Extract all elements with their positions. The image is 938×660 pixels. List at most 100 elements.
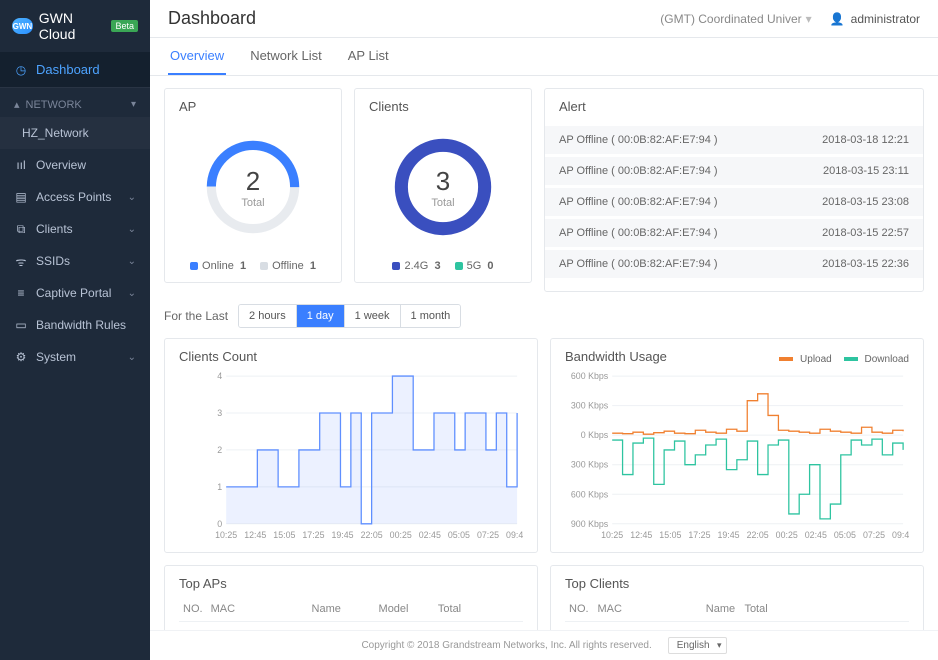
ap-card: AP 2 Total Online 1 Offline 1 [164,88,342,283]
sidebar-dashboard[interactable]: ◷ Dashboard [0,52,150,87]
alert-row[interactable]: AP Offline ( 00:0B:82:AF:E7:94 )2018-03-… [545,126,923,154]
timezone-select[interactable]: (GMT) Coordinated Univer ▾ [660,12,811,26]
svg-text:900 Kbps: 900 Kbps [571,519,609,529]
sidebar-section-network[interactable]: ▴NETWORK ▾ [0,87,150,117]
legend-download: Download [844,354,909,365]
caret-down-icon: ▾ [806,12,812,26]
devices-icon: ⧉ [14,222,28,236]
chevron-down-icon: ⌄ [128,288,136,299]
top-clients-title: Top Clients [565,576,909,591]
brand-logo-icon: GWN [12,18,33,34]
svg-text:17:25: 17:25 [302,530,324,540]
gear-icon: ⚙ [14,350,28,364]
alert-row[interactable]: AP Offline ( 00:0B:82:AF:E7:94 )2018-03-… [545,188,923,216]
tabs: Overview Network List AP List [150,38,938,76]
brand: GWN GWN Cloud Beta [0,0,150,52]
ap-icon: ▤ [14,190,28,204]
chevron-down-icon: ⌄ [128,192,136,203]
ap-total-label: Total [241,197,264,209]
bars-icon: ııl [14,158,28,172]
svg-text:300 Kbps: 300 Kbps [571,460,609,470]
sidebar-item-overview[interactable]: ııl Overview [0,149,150,181]
svg-text:05:05: 05:05 [448,530,470,540]
chevron-down-icon: ⌄ [128,352,136,363]
list-icon: ≡ [14,286,28,300]
svg-text:02:45: 02:45 [419,530,441,540]
tab-ap-list[interactable]: AP List [346,38,391,75]
alert-row[interactable]: AP Offline ( 00:0B:82:AF:E7:94 )2018-03-… [545,157,923,185]
time-range-1day[interactable]: 1 day [297,305,345,327]
svg-text:0: 0 [217,519,222,529]
svg-text:12:45: 12:45 [244,530,266,540]
rules-icon: ▭ [14,318,28,332]
clients-total: 3 [431,166,454,197]
svg-text:0 Kbps: 0 Kbps [581,430,609,440]
sidebar-item-clients[interactable]: ⧉ Clients ⌄ [0,213,150,245]
alert-card: Alert AP Offline ( 00:0B:82:AF:E7:94 )20… [544,88,924,292]
svg-text:00:25: 00:25 [390,530,412,540]
clients-card-title: Clients [369,99,517,114]
clients-card: Clients 3 Total 2.4G 3 5G 0 [354,88,532,283]
svg-text:02:45: 02:45 [805,530,827,540]
svg-text:10:25: 10:25 [601,530,623,540]
svg-text:4: 4 [217,371,222,381]
content: AP 2 Total Online 1 Offline 1 [150,76,938,660]
time-range-label: For the Last [164,309,228,323]
bandwidth-chart: 600 Kbps 300 Kbps 0 Kbps 300 Kbps 600 Kbps 90… [565,370,909,542]
alert-title: Alert [545,99,923,120]
svg-text:2: 2 [217,445,222,455]
footer: Copyright © 2018 Grandstream Networks, I… [150,630,938,660]
svg-text:600 Kbps: 600 Kbps [571,489,609,499]
gauge-icon: ◷ [14,63,28,77]
svg-text:1: 1 [217,482,222,492]
sidebar-item-captive-portal[interactable]: ≡ Captive Portal ⌄ [0,277,150,309]
svg-text:05:05: 05:05 [834,530,856,540]
svg-text:300 Kbps: 300 Kbps [571,401,609,411]
svg-text:3: 3 [217,408,222,418]
svg-text:19:45: 19:45 [331,530,353,540]
user-menu[interactable]: 👤 administrator [830,12,920,26]
clients-count-title: Clients Count [179,349,257,364]
time-range-2hours[interactable]: 2 hours [239,305,297,327]
top-aps-title: Top APs [179,576,523,591]
svg-text:00:25: 00:25 [776,530,798,540]
bandwidth-chart-card: Bandwidth Usage Upload Download 600 Kbps… [550,338,924,553]
beta-badge: Beta [111,20,138,32]
alert-row[interactable]: AP Offline ( 00:0B:82:AF:E7:94 )2018-03-… [545,219,923,247]
sidebar-network-name[interactable]: HZ_Network [0,117,150,149]
sidebar-dashboard-label: Dashboard [36,62,100,77]
copyright: Copyright © 2018 Grandstream Networks, I… [361,640,651,651]
svg-text:10:25: 10:25 [215,530,237,540]
svg-text:15:05: 15:05 [273,530,295,540]
chevron-down-icon: ⌄ [128,224,136,235]
tab-overview[interactable]: Overview [168,38,226,75]
user-icon: 👤 [830,12,845,26]
svg-text:07:25: 07:25 [477,530,499,540]
wifi-icon: ᯤ [14,254,28,268]
ap-card-title: AP [179,99,327,114]
sidebar: GWN GWN Cloud Beta ◷ Dashboard ▴NETWORK … [0,0,150,660]
bandwidth-title: Bandwidth Usage [565,349,667,364]
topbar: Dashboard (GMT) Coordinated Univer ▾ 👤 a… [150,0,938,38]
chevron-down-icon: ⌄ [128,256,136,267]
clients-count-chart-card: Clients Count 0 1 2 3 4 10:25 12:45 15:05 17:25 1… [164,338,538,553]
sidebar-item-ssids[interactable]: ᯤ SSIDs ⌄ [0,245,150,277]
tab-network-list[interactable]: Network List [248,38,324,75]
clients-total-label: Total [431,197,454,209]
svg-text:09:45: 09:45 [506,530,523,540]
caret-down-icon: ▾ [131,99,136,110]
svg-text:07:25: 07:25 [863,530,885,540]
page-title: Dashboard [168,8,256,29]
language-select[interactable]: English [668,637,727,654]
clients-count-chart: 0123410:2512:4515:0517:2519:4522:0500:25… [179,370,523,542]
sidebar-item-system[interactable]: ⚙ System ⌄ [0,341,150,373]
time-range-1month[interactable]: 1 month [401,305,461,327]
alert-row[interactable]: AP Offline ( 00:0B:82:AF:E7:94 )2018-03-… [545,250,923,278]
svg-text:600 Kbps: 600 Kbps [571,371,609,381]
svg-text:12:45: 12:45 [630,530,652,540]
time-range-1week[interactable]: 1 week [345,305,401,327]
brand-name: GWN Cloud [39,10,104,42]
main: Dashboard (GMT) Coordinated Univer ▾ 👤 a… [150,0,938,660]
sidebar-item-access-points[interactable]: ▤ Access Points ⌄ [0,181,150,213]
sidebar-item-bandwidth-rules[interactable]: ▭ Bandwidth Rules [0,309,150,341]
